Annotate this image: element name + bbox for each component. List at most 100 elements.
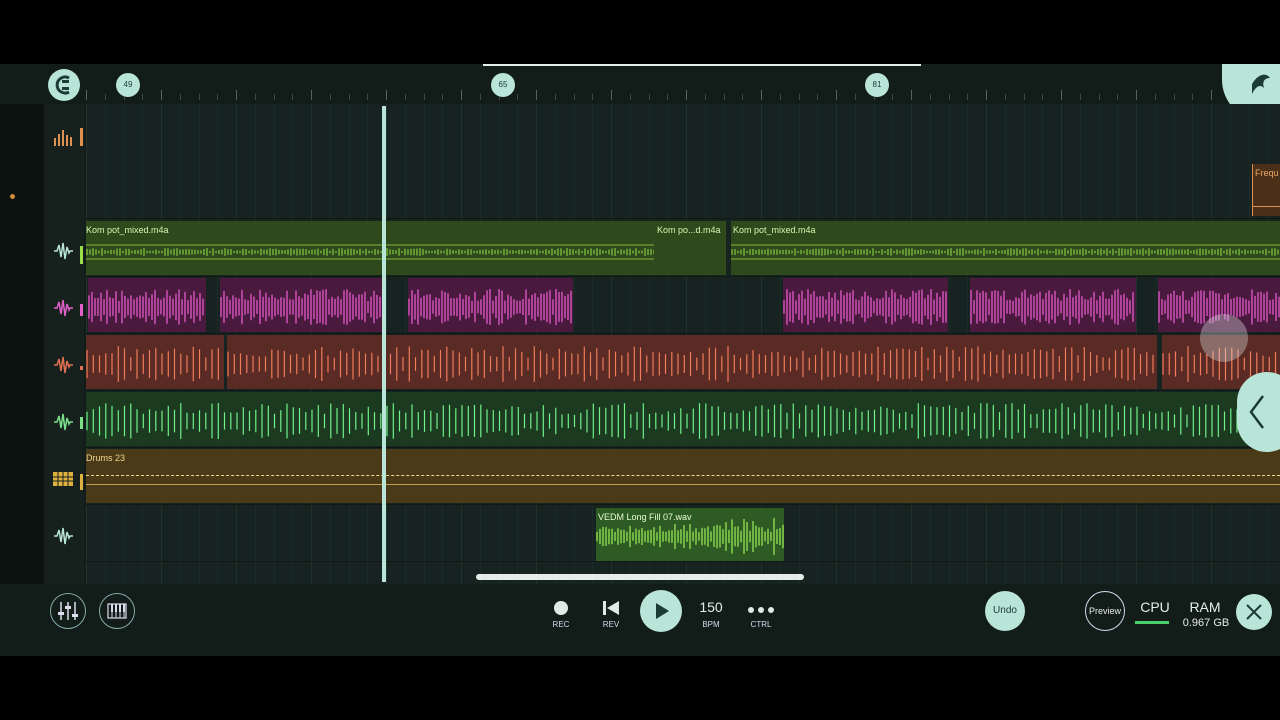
ruler-tick bbox=[742, 94, 744, 100]
waveform bbox=[970, 289, 1134, 325]
audio-clip[interactable] bbox=[783, 278, 948, 332]
waveform-icon[interactable] bbox=[52, 354, 74, 376]
playhead[interactable] bbox=[382, 106, 386, 582]
cpu-meter bbox=[1135, 621, 1169, 624]
ruler-tick bbox=[217, 94, 219, 100]
scroll-indicator[interactable] bbox=[483, 64, 921, 66]
ruler-tick bbox=[1211, 90, 1212, 100]
more-dots-icon[interactable] bbox=[747, 602, 775, 613]
pattern-clip[interactable]: Drums 23 bbox=[86, 449, 1280, 503]
snap-magnet-icon[interactable] bbox=[48, 69, 80, 101]
ruler-tick bbox=[161, 90, 162, 100]
ruler-tick bbox=[892, 94, 894, 100]
rewind-label: REV bbox=[602, 620, 620, 629]
pattern-notes bbox=[86, 484, 1280, 485]
bar-marker[interactable]: 49 bbox=[116, 73, 140, 97]
audio-clip[interactable] bbox=[408, 278, 573, 332]
audio-clip[interactable]: Kom pot_mixed.m4a bbox=[86, 221, 724, 275]
ram-label: RAM bbox=[1189, 599, 1221, 615]
play-button[interactable] bbox=[640, 590, 682, 632]
ruler-tick bbox=[142, 94, 144, 100]
track-level bbox=[80, 366, 83, 370]
waveform bbox=[783, 289, 947, 325]
undo-button[interactable]: Undo bbox=[985, 591, 1025, 631]
audio-clip[interactable]: Kom po...d.m4a bbox=[654, 221, 726, 275]
ruler-tick bbox=[573, 94, 575, 100]
waveform bbox=[408, 289, 572, 325]
timeline-ruler[interactable] bbox=[86, 90, 1280, 102]
automation-lane[interactable] bbox=[86, 104, 1280, 219]
audio-clip[interactable] bbox=[220, 278, 382, 332]
waveform bbox=[86, 403, 1276, 439]
automation-icon[interactable] bbox=[52, 126, 74, 148]
audio-clip[interactable]: VEDM Long Fill 07.wav bbox=[596, 508, 784, 561]
audio-clip[interactable]: Kom pot_mixed.m4a bbox=[731, 221, 1280, 275]
audio-clip[interactable] bbox=[227, 335, 1157, 389]
scroll-knob[interactable] bbox=[1200, 314, 1248, 362]
ruler-tick bbox=[1042, 94, 1044, 100]
ruler-tick bbox=[911, 90, 912, 100]
ruler-tick bbox=[1023, 94, 1025, 100]
rewind-icon[interactable] bbox=[601, 600, 621, 616]
preview-button[interactable]: Preview bbox=[1085, 591, 1125, 631]
ruler-tick bbox=[948, 94, 950, 100]
track-level bbox=[80, 304, 83, 316]
clip-name: Drums 23 bbox=[86, 453, 126, 463]
bar-marker[interactable]: 65 bbox=[491, 73, 515, 97]
ruler-tick bbox=[761, 90, 762, 100]
home-indicator[interactable] bbox=[476, 574, 804, 580]
ruler-tick bbox=[1192, 94, 1194, 100]
ruler-tick bbox=[86, 90, 87, 100]
ruler-tick bbox=[1117, 94, 1119, 100]
waveform-path bbox=[970, 289, 1134, 325]
ruler-tick bbox=[1079, 94, 1081, 100]
waveform-icon[interactable] bbox=[52, 297, 74, 319]
waveform bbox=[88, 289, 204, 325]
waveform-icon[interactable] bbox=[52, 240, 74, 262]
bar-marker[interactable]: 81 bbox=[865, 73, 889, 97]
record-label: REC bbox=[552, 620, 570, 629]
playlist-lanes[interactable]: Frequ Kom pot_mixed.m4a Kom po...d.m4a K… bbox=[86, 104, 1280, 584]
track-header-column bbox=[44, 104, 84, 584]
ruler-tick bbox=[629, 94, 631, 100]
audio-clip[interactable] bbox=[86, 335, 224, 389]
tempo-unit: BPM bbox=[702, 620, 720, 629]
clip-name: Kom pot_mixed.m4a bbox=[86, 225, 169, 235]
tempo-value[interactable]: 150 bbox=[691, 599, 731, 615]
playlist-screen: 49 65 81 Frequ Kom pot_mixed.m4a Kom po.… bbox=[0, 64, 1280, 656]
ruler-tick bbox=[1154, 94, 1156, 100]
automation-curve bbox=[1253, 206, 1280, 207]
audio-clip[interactable] bbox=[970, 278, 1136, 332]
automation-clip[interactable]: Frequ bbox=[1252, 164, 1280, 216]
mixer-button[interactable] bbox=[50, 593, 86, 629]
waveform bbox=[86, 346, 219, 382]
ruler-tick bbox=[1004, 94, 1006, 100]
ruler-tick bbox=[367, 94, 369, 100]
ram-value: 0.967 GB bbox=[1182, 617, 1230, 629]
piano-roll-button[interactable] bbox=[99, 593, 135, 629]
track-level bbox=[80, 417, 83, 429]
audio-clip[interactable] bbox=[88, 278, 206, 332]
ruler-tick bbox=[836, 90, 837, 100]
ruler-tick bbox=[423, 94, 425, 100]
side-panel-toggle[interactable] bbox=[1237, 372, 1280, 452]
waveform-icon[interactable] bbox=[52, 525, 74, 547]
ruler-tick bbox=[1173, 94, 1175, 100]
ruler-tick bbox=[1136, 90, 1137, 100]
ruler-tick bbox=[817, 94, 819, 100]
pattern-icon[interactable] bbox=[52, 468, 74, 490]
ruler-tick bbox=[967, 94, 969, 100]
waveform-path bbox=[408, 289, 572, 325]
toolbar-bottom: REC REV 150 BPM CTRL Undo Preview CPU RA… bbox=[0, 584, 1280, 656]
ruler-tick bbox=[479, 94, 481, 100]
waveform-path bbox=[227, 346, 1154, 382]
waveform-icon[interactable] bbox=[52, 411, 74, 433]
record-icon[interactable] bbox=[554, 601, 568, 615]
ruler-tick bbox=[236, 90, 237, 100]
indicator-dot bbox=[10, 194, 15, 199]
close-button[interactable] bbox=[1236, 594, 1272, 630]
ruler-tick bbox=[592, 94, 594, 100]
ruler-tick bbox=[1098, 94, 1100, 100]
waveform bbox=[220, 289, 381, 325]
audio-clip[interactable] bbox=[86, 392, 1280, 446]
